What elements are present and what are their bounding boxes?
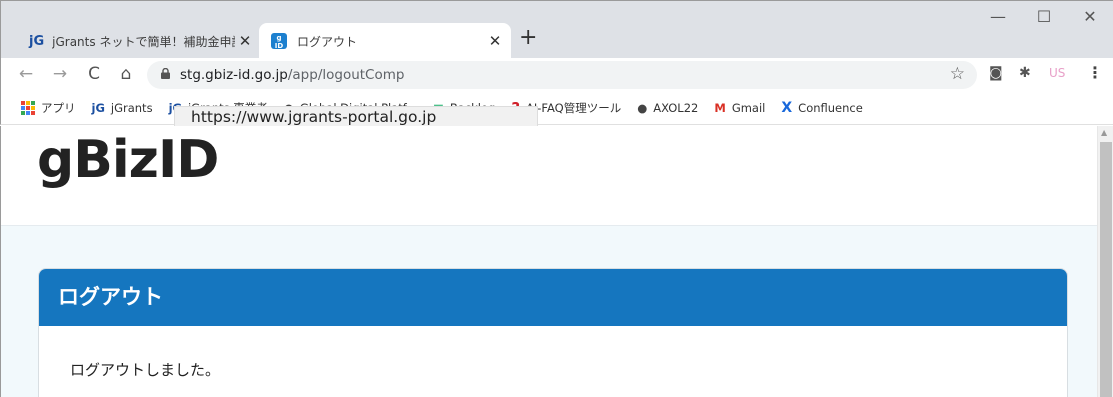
minimize-button[interactable]: — bbox=[975, 7, 1021, 26]
globe-icon: ● bbox=[637, 101, 648, 115]
bookmark-apps[interactable]: アプリ bbox=[21, 100, 76, 116]
bookmark-label: アプリ bbox=[41, 101, 76, 115]
vertical-scrollbar[interactable]: ▲ bbox=[1097, 126, 1113, 397]
tab-jgrants[interactable]: jG jGrants ネットで簡単！補助金申請 ✕ bbox=[21, 23, 261, 59]
bookmark-gmail[interactable]: M Gmail bbox=[714, 101, 765, 115]
tab-close-icon[interactable]: ✕ bbox=[235, 32, 255, 50]
gbizid-favicon-icon: g ID bbox=[271, 33, 287, 50]
jgrants-favicon-icon: jG bbox=[29, 33, 45, 49]
bookmark-label: jGrants bbox=[110, 101, 153, 115]
link-tooltip: https://www.jgrants-portal.go.jp bbox=[174, 106, 538, 128]
url-host: stg.gbiz-id.go.jp bbox=[180, 67, 288, 83]
gbizid-logo: gBizID bbox=[37, 130, 219, 190]
tab-title: jGrants ネットで簡単！補助金申請 bbox=[52, 34, 235, 49]
gmail-icon: M bbox=[714, 101, 726, 115]
bookmark-axol[interactable]: ● AXOL22 bbox=[637, 101, 698, 115]
tab-title: ログアウト bbox=[297, 34, 358, 49]
logout-panel: ログアウト ログアウトしました。 bbox=[38, 268, 1068, 397]
page-viewport: gBizID ログアウト ログアウトしました。 bbox=[0, 126, 1097, 397]
close-window-button[interactable]: ✕ bbox=[1067, 7, 1113, 26]
panel-title: ログアウト bbox=[39, 269, 1067, 326]
tab-strip: jG jGrants ネットで簡単！補助金申請 ✕ g ID ログアウト ✕ + … bbox=[0, 0, 1113, 59]
logout-message: ログアウトしました。 bbox=[70, 361, 221, 379]
bookmark-label: AI-FAQ管理ツール bbox=[526, 101, 622, 115]
bookmarks-bar: アプリ jG jGrants jG jGrants 事業者 ● Global D… bbox=[0, 92, 1113, 125]
reload-button[interactable]: C bbox=[83, 64, 105, 84]
scroll-up-icon[interactable]: ▲ bbox=[1101, 128, 1107, 137]
home-button[interactable]: ⌂ bbox=[115, 64, 137, 84]
tab-logout[interactable]: g ID ログアウト ✕ bbox=[259, 23, 511, 59]
bookmark-label: Confluence bbox=[798, 101, 863, 115]
address-bar[interactable]: stg.gbiz-id.go.jp/app/logoutComp ☆ bbox=[147, 61, 977, 89]
tab-close-icon[interactable]: ✕ bbox=[485, 32, 505, 50]
extensions-icon[interactable]: ✱ bbox=[1019, 65, 1031, 81]
scroll-thumb[interactable] bbox=[1100, 142, 1112, 397]
jgrants-icon: jG bbox=[91, 101, 105, 115]
bookmark-star-icon[interactable]: ☆ bbox=[950, 64, 965, 84]
bookmark-jgrants[interactable]: jG jGrants bbox=[92, 101, 153, 115]
menu-icon[interactable]: ⋮ bbox=[1087, 63, 1103, 82]
browser-toolbar: ← → C ⌂ stg.gbiz-id.go.jp/app/logoutComp… bbox=[0, 58, 1113, 92]
back-button[interactable]: ← bbox=[15, 64, 37, 84]
maximize-button[interactable]: ☐ bbox=[1021, 7, 1067, 26]
window-controls: — ☐ ✕ bbox=[975, 7, 1113, 26]
bookmark-label: Gmail bbox=[731, 101, 766, 115]
lock-icon[interactable] bbox=[161, 67, 170, 82]
bookmark-label: AXOL22 bbox=[653, 101, 699, 115]
site-header: gBizID bbox=[1, 126, 1097, 226]
new-tab-button[interactable]: + bbox=[519, 27, 537, 49]
apps-icon bbox=[21, 101, 35, 115]
confluence-icon: X bbox=[781, 100, 793, 116]
url-path: /app/logoutComp bbox=[287, 67, 405, 83]
camera-icon[interactable]: ◙ bbox=[989, 65, 1003, 81]
profile-avatar[interactable]: US bbox=[1049, 66, 1065, 80]
forward-button[interactable]: → bbox=[49, 64, 71, 84]
bookmark-confluence[interactable]: X Confluence bbox=[781, 100, 862, 116]
